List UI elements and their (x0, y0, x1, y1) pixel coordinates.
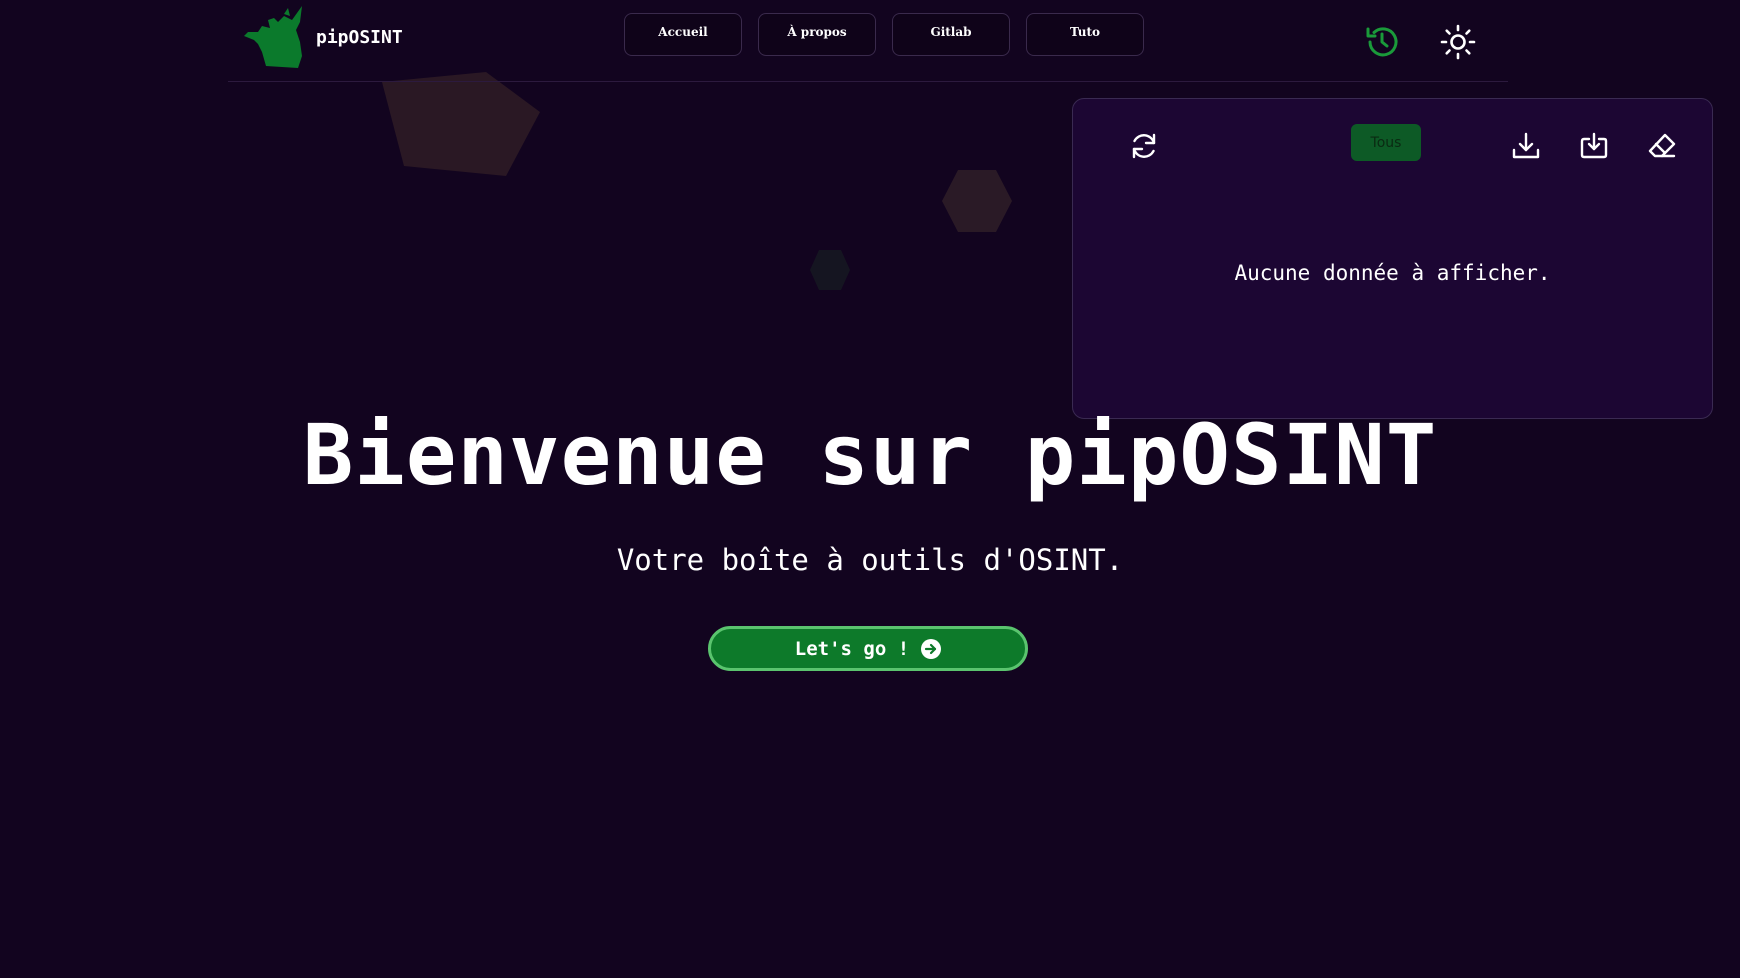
background-hexagon-faint (808, 248, 852, 292)
download-icon[interactable] (1511, 131, 1541, 161)
pip-mascot-logo-icon (244, 6, 302, 68)
refresh-icon[interactable] (1129, 131, 1159, 161)
background-hexagon-large (376, 72, 546, 182)
filter-all-chip[interactable]: Tous (1351, 124, 1421, 161)
lets-go-label: Let's go ! (794, 637, 910, 660)
nav-accueil-button[interactable]: Accueil (624, 13, 742, 56)
brand-home-link[interactable]: pipOSINT (244, 6, 403, 68)
history-panel: Tous Aucune donnée à afficher. (1072, 98, 1713, 419)
history-empty-message: Aucune donnée à afficher. (1234, 261, 1551, 285)
eraser-icon[interactable] (1647, 131, 1677, 161)
sun-icon[interactable] (1440, 24, 1476, 60)
lets-go-button[interactable]: Let's go ! (708, 626, 1028, 671)
brand-name: pipOSINT (316, 26, 403, 48)
main-nav: Accueil À propos Gitlab Tuto (624, 13, 1144, 56)
top-navbar: pipOSINT Accueil À propos Gitlab Tuto (228, 0, 1508, 82)
nav-gitlab-button[interactable]: Gitlab (892, 13, 1010, 56)
history-icon[interactable] (1364, 24, 1400, 60)
background-hexagon-small (940, 168, 1014, 234)
import-icon[interactable] (1579, 131, 1609, 161)
arrow-right-circle-icon (921, 638, 942, 659)
nav-a-propos-button[interactable]: À propos (758, 13, 876, 56)
page: pipOSINT Accueil À propos Gitlab Tuto To… (0, 0, 1740, 978)
hero-subtitle: Votre boîte à outils d'OSINT. (616, 543, 1124, 577)
nav-tuto-button[interactable]: Tuto (1026, 13, 1144, 56)
hero-title: Bienvenue sur pipOSINT (302, 406, 1438, 504)
